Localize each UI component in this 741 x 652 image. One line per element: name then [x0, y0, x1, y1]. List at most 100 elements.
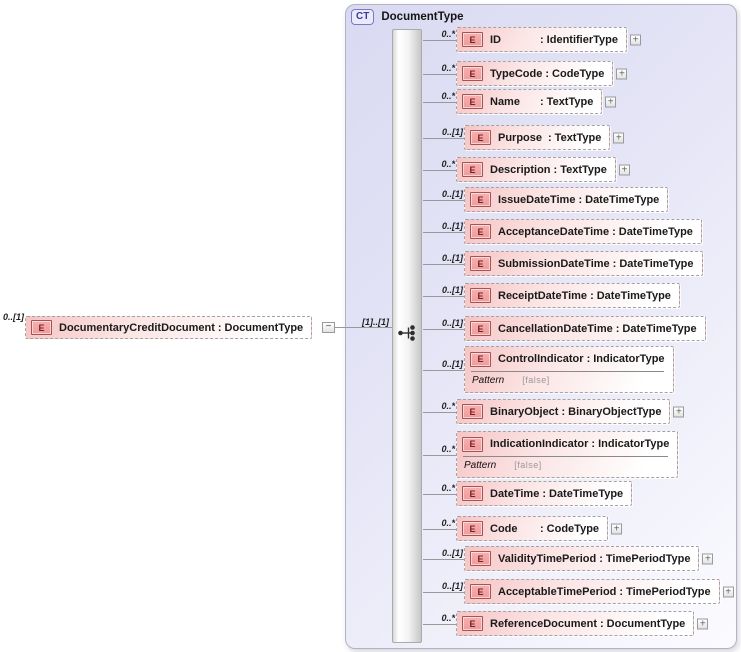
element-node-referencedocument[interactable]: E ReferenceDocument: DocumentType + — [456, 611, 709, 636]
facet-value: [false] — [514, 460, 542, 470]
connector-line: 0..* — [423, 431, 457, 478]
expand-icon[interactable]: + — [618, 164, 630, 175]
element-row: 0..* E DateTime: DateTimeType — [423, 481, 633, 506]
cardinality-label: 0..* — [441, 517, 455, 528]
element-icon: E — [462, 404, 483, 419]
type-separator: : — [612, 225, 616, 238]
element-icon: E — [31, 320, 52, 335]
element-node-code[interactable]: E Code: CodeType + — [456, 516, 623, 541]
cardinality-label: 0..[1] — [441, 358, 463, 369]
element-row: 0..* E Description: TextType + — [423, 157, 630, 182]
element-name: ValidityTimePeriod — [498, 552, 597, 565]
type-separator: : — [217, 321, 222, 334]
root-element-node[interactable]: E DocumentaryCreditDocument : DocumentTy… — [25, 316, 313, 339]
element-type: IndicatorType — [598, 438, 670, 450]
element-node-validitytimeperiod[interactable]: E ValidityTimePeriod: TimePeriodType + — [464, 546, 714, 571]
facet-value: [false] — [522, 375, 550, 385]
element-name: ReceiptDateTime — [498, 289, 588, 302]
element-node-acceptabletimeperiod[interactable]: E AcceptableTimePeriod: TimePeriodType + — [464, 579, 734, 604]
element-row: 0..[1] E AcceptanceDateTime: DateTimeType — [423, 219, 702, 244]
element-node-description[interactable]: E Description: TextType + — [456, 157, 630, 182]
element-icon: E — [462, 66, 483, 81]
element-icon: E — [462, 162, 483, 177]
cardinality-label: 0..[1] — [441, 284, 463, 295]
cardinality-label: 0..[1] — [441, 126, 463, 137]
element-icon: E — [462, 94, 483, 109]
element-icon: E — [470, 551, 491, 566]
type-separator: : — [615, 322, 620, 335]
expand-icon[interactable]: + — [616, 68, 628, 79]
root-cardinality-label: 0..[1] — [3, 312, 25, 322]
expand-icon[interactable]: + — [722, 586, 734, 597]
element-name: Description — [490, 163, 551, 176]
element-icon: E — [462, 521, 483, 536]
root-connector-line — [335, 327, 392, 328]
element-icon: E — [470, 224, 491, 239]
connector-line: 0..* — [423, 61, 457, 86]
cardinality-label: 0..* — [441, 158, 455, 169]
element-node-controlindicator[interactable]: E ControlIndicator: IndicatorType Pattern [f… — [464, 346, 674, 393]
expand-icon[interactable]: + — [629, 34, 641, 45]
element-name: DateTime — [490, 487, 540, 500]
type-separator: : — [540, 522, 544, 535]
type-separator: : — [540, 95, 544, 108]
element-node-typecode[interactable]: E TypeCode: CodeType + — [456, 61, 628, 86]
type-separator: : — [545, 67, 550, 80]
element-node-id[interactable]: E ID: IdentifierType + — [456, 27, 641, 52]
element-icon: E — [470, 351, 491, 367]
element-node-datetime[interactable]: E DateTime: DateTimeType — [456, 481, 633, 506]
schema-diagram: 0..[1] E DocumentaryCreditDocument : Doc… — [0, 0, 741, 652]
element-type: DocumentType — [606, 617, 686, 630]
type-separator: : — [542, 487, 546, 500]
type-separator: : — [599, 552, 603, 565]
element-row: 0..* E IndicationIndicator: IndicatorType Pa… — [423, 431, 679, 478]
element-node-cancellationdatetime[interactable]: E CancellationDateTime: DateTimeType — [464, 316, 706, 341]
root-element-type: DocumentType — [224, 321, 304, 334]
type-separator: : — [548, 131, 552, 144]
connector-line: 0..* — [423, 27, 457, 52]
expand-icon[interactable]: + — [605, 96, 617, 107]
type-separator: : — [540, 33, 544, 46]
type-separator: : — [599, 617, 604, 630]
element-icon: E — [470, 192, 491, 207]
element-row: 0..* E TypeCode: CodeType + — [423, 61, 628, 86]
sequence-icon — [398, 325, 415, 341]
element-node-name[interactable]: E Name: TextType + — [456, 89, 617, 114]
connector-line: 0..[1] — [423, 251, 465, 276]
complex-type-header: CT DocumentType — [351, 9, 464, 25]
element-node-purpose[interactable]: E Purpose: TextType + — [464, 125, 625, 150]
element-row: 0..* E BinaryObject: BinaryObjectType + — [423, 399, 685, 424]
element-row: 0..* E Name: TextType + — [423, 89, 617, 114]
connector-line: 0..* — [423, 157, 457, 182]
element-node-acceptancedatetime[interactable]: E AcceptanceDateTime: DateTimeType — [464, 219, 702, 244]
cardinality-label: 0..[1] — [441, 188, 463, 199]
facet-label: Pattern — [472, 375, 505, 386]
element-node-submissiondatetime[interactable]: E SubmissionDateTime: DateTimeType — [464, 251, 703, 276]
element-name: Name — [490, 95, 520, 108]
cardinality-label: 0..* — [441, 90, 455, 101]
element-type: TextType — [560, 163, 607, 176]
expand-icon[interactable]: + — [697, 618, 709, 629]
expand-icon[interactable]: + — [673, 406, 685, 417]
element-name: Code — [490, 522, 518, 535]
element-node-issuedatetime[interactable]: E IssueDateTime: DateTimeType — [464, 187, 669, 212]
element-type: TimePeriodType — [605, 552, 691, 565]
type-separator: : — [590, 289, 594, 302]
element-type: DateTimeType — [549, 487, 624, 500]
expand-icon[interactable]: + — [613, 132, 625, 143]
connector-line: 0..* — [423, 611, 457, 636]
element-icon: E — [470, 584, 491, 599]
element-name: ReferenceDocument — [490, 617, 597, 630]
element-node-binaryobject[interactable]: E BinaryObject: BinaryObjectType + — [456, 399, 685, 424]
element-row: 0..* E ID: IdentifierType + — [423, 27, 641, 52]
element-name: TypeCode — [490, 67, 543, 80]
expand-icon[interactable]: + — [611, 523, 623, 534]
element-type: DateTimeType — [596, 289, 671, 302]
expand-icon[interactable]: + — [702, 553, 714, 564]
element-node-receiptdatetime[interactable]: E ReceiptDateTime: DateTimeType — [464, 283, 680, 308]
type-separator: : — [591, 438, 596, 450]
cardinality-label: 0..[1] — [441, 580, 463, 591]
collapse-icon[interactable]: − — [322, 322, 335, 333]
element-node-indicationindicator[interactable]: E IndicationIndicator: IndicatorType Patter… — [456, 431, 679, 478]
element-icon: E — [470, 256, 491, 271]
